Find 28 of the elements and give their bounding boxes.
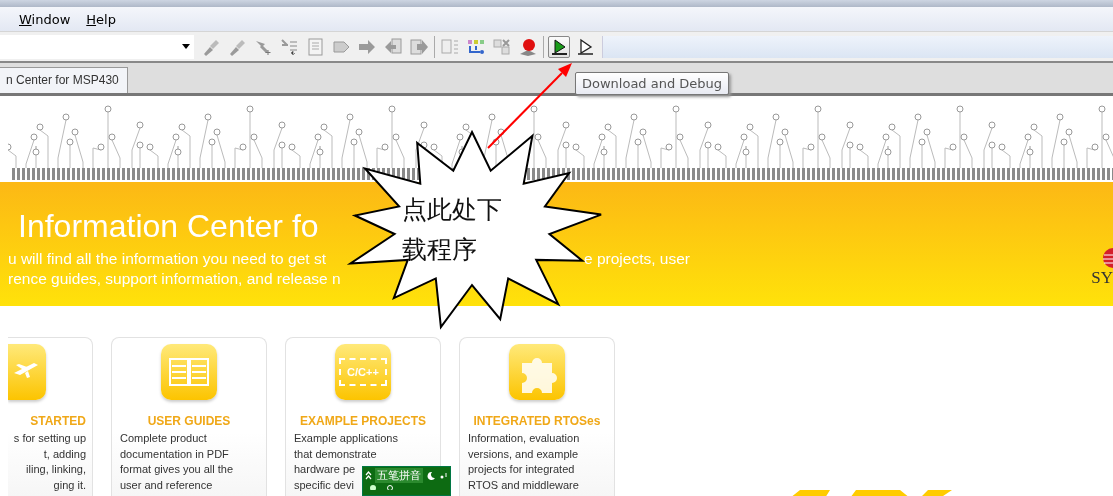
- card-text-line: Information, evaluation: [468, 431, 580, 446]
- card-text-line: Complete product: [120, 431, 207, 446]
- card-text-line: that demonstrate: [294, 446, 377, 462]
- card-text-line: documentation in PDF: [120, 446, 229, 462]
- card-title: USER GUIDES: [147, 414, 231, 428]
- card-text-line: specific devi: [294, 477, 354, 493]
- callout-text: 点此处下载程序: [402, 194, 503, 266]
- card-text-line: ging it.: [53, 477, 86, 493]
- banner-text: u will find all the information you need to get st: [8, 249, 326, 269]
- card-title: INTEGRATED RTOSes: [473, 414, 601, 428]
- card-title: STARTED: [30, 414, 86, 428]
- card-text-line: versions, and example: [468, 446, 579, 462]
- card-text-line: projects for integrated: [468, 462, 575, 477]
- card-text-line: t, adding: [43, 446, 86, 462]
- card-text-line: RTOS and middleware: [468, 477, 579, 493]
- chip-label: C/C++: [347, 366, 379, 378]
- card-text-line: s for setting up: [13, 431, 86, 446]
- banner-title: Information Center fo: [17, 207, 319, 246]
- tooltip: Download and Debug: [575, 72, 730, 95]
- card-text-line: format gives you all the: [120, 462, 234, 477]
- card-text-line: Example applications: [294, 431, 398, 446]
- card-title: EXAMPLE PROJECTS: [300, 414, 426, 428]
- card-text-line: hardware pe: [294, 462, 356, 477]
- card-text-line: iling, linking,: [26, 462, 86, 477]
- banner-text: rence guides, support information, and release n: [8, 269, 341, 289]
- logo-text: SY: [1091, 268, 1113, 288]
- banner-text: e projects, user: [584, 249, 690, 269]
- card-text-line: user and reference: [120, 477, 213, 493]
